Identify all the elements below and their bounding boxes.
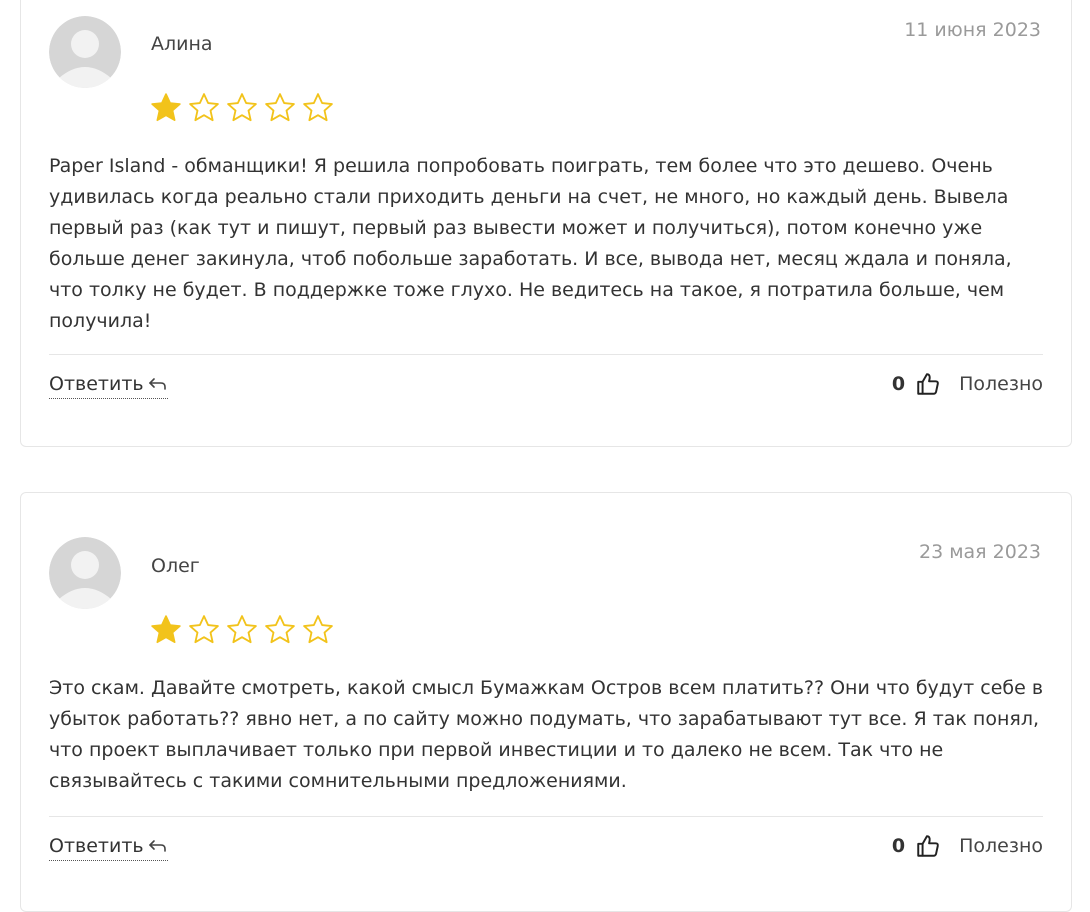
reply-arrow-icon — [148, 378, 166, 390]
helpful-label[interactable]: Полезно — [959, 373, 1043, 395]
star-filled-icon — [151, 615, 181, 644]
review-card: Алина 11 июня 2023 Paper Island - обманщ… — [20, 0, 1072, 447]
reply-label: Ответить — [49, 373, 144, 395]
reply-button[interactable]: Ответить — [49, 373, 168, 399]
star-empty-icon — [265, 93, 295, 122]
divider — [49, 354, 1043, 355]
divider — [49, 816, 1043, 817]
avatar-icon — [49, 16, 121, 88]
star-filled-icon — [151, 93, 181, 122]
review-date: 23 мая 2023 — [918, 541, 1041, 563]
star-empty-icon — [227, 93, 257, 122]
reply-button[interactable]: Ответить — [49, 835, 168, 861]
reply-arrow-icon — [148, 840, 166, 852]
review-author: Олег — [151, 555, 200, 577]
review-text: Это скам. Давайте смотреть, какой смысл … — [49, 677, 1044, 792]
star-empty-icon — [189, 615, 219, 644]
star-empty-icon — [265, 615, 295, 644]
thumbs-up-icon[interactable] — [915, 833, 941, 859]
star-empty-icon — [227, 615, 257, 644]
star-empty-icon — [303, 93, 333, 122]
user-avatar — [49, 16, 121, 88]
star-empty-icon — [303, 615, 333, 644]
rating-stars — [149, 613, 335, 647]
review-author: Алина — [151, 33, 213, 55]
helpful-label[interactable]: Полезно — [959, 835, 1043, 857]
user-avatar — [49, 537, 121, 609]
review-text: Paper Island - обманщики! Я решила попро… — [49, 155, 1012, 332]
reply-label: Ответить — [49, 835, 144, 857]
rating-stars — [149, 91, 335, 125]
likes-count: 0 — [891, 373, 906, 395]
helpful-section: 0 Полезно — [892, 833, 1043, 859]
likes-count: 0 — [891, 835, 906, 857]
review-card: Олег 23 мая 2023 Это скам. Давайте смотр… — [20, 492, 1072, 912]
avatar-icon — [49, 537, 121, 609]
review-date: 11 июня 2023 — [904, 19, 1041, 41]
thumbs-up-icon[interactable] — [915, 371, 941, 397]
helpful-section: 0 Полезно — [892, 371, 1043, 397]
star-empty-icon — [189, 93, 219, 122]
